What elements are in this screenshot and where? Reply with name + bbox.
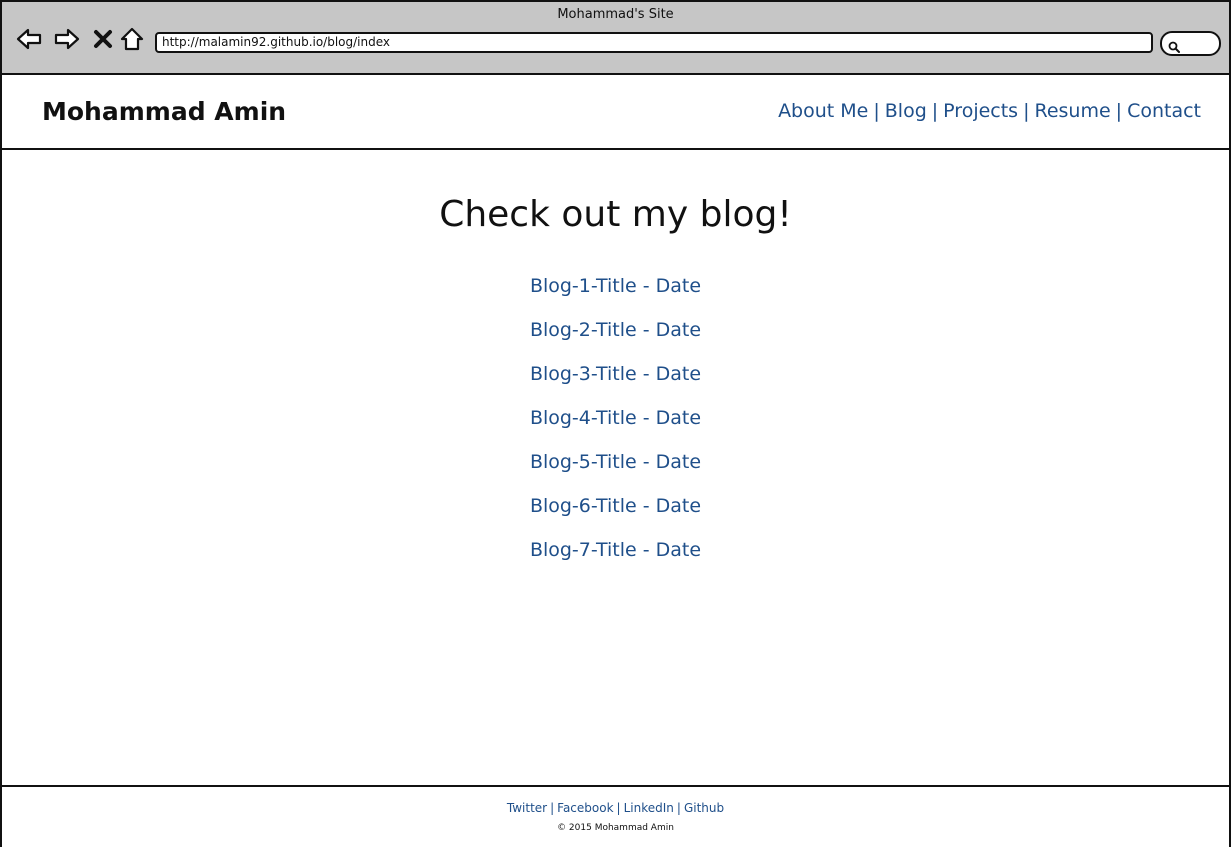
- nav-separator: |: [931, 100, 939, 122]
- home-icon[interactable]: [119, 26, 145, 52]
- list-item: Blog-4-Title - Date: [2, 406, 1229, 450]
- window-title: Mohammad's Site: [557, 7, 674, 22]
- list-item: Blog-5-Title - Date: [2, 450, 1229, 494]
- footer-separator: |: [676, 801, 681, 815]
- list-item: Blog-6-Title - Date: [2, 494, 1229, 538]
- footer-link-linkedin[interactable]: LinkedIn: [624, 801, 674, 815]
- site-header: Mohammad Amin About Me | Blog | Projects | Res…: [2, 75, 1229, 150]
- site-footer: Twitter | Facebook | LinkedIn | Github © 2015 …: [2, 785, 1229, 847]
- nav-contact[interactable]: Contact: [1127, 100, 1201, 122]
- nav-about-me[interactable]: About Me: [778, 100, 868, 122]
- footer-link-facebook[interactable]: Facebook: [557, 801, 613, 815]
- blog-post-link-5[interactable]: Blog-5-Title - Date: [530, 451, 701, 473]
- blog-post-link-3[interactable]: Blog-3-Title - Date: [530, 363, 701, 385]
- blog-post-link-2[interactable]: Blog-2-Title - Date: [530, 319, 701, 341]
- forward-icon[interactable]: [54, 26, 80, 52]
- footer-links: Twitter | Facebook | LinkedIn | Github: [2, 801, 1229, 815]
- browser-chrome: Mohammad's Site http://malamin92.github.…: [2, 2, 1229, 75]
- blog-post-link-4[interactable]: Blog-4-Title - Date: [530, 407, 701, 429]
- nav-resume[interactable]: Resume: [1034, 100, 1110, 122]
- top-navigation: About Me | Blog | Projects | Resume | Contact: [778, 100, 1201, 122]
- nav-separator: |: [873, 100, 880, 122]
- browser-window: Mohammad's Site http://malamin92.github.…: [0, 0, 1231, 847]
- search-icon: [1168, 38, 1180, 57]
- nav-separator: |: [1115, 100, 1123, 122]
- close-icon[interactable]: [90, 26, 116, 52]
- footer-separator: |: [616, 801, 621, 815]
- nav-projects[interactable]: Projects: [943, 100, 1018, 122]
- main-content: Check out my blog! Blog-1-Title - Date B…: [2, 150, 1229, 785]
- blog-post-link-7[interactable]: Blog-7-Title - Date: [530, 539, 701, 561]
- blog-post-link-1[interactable]: Blog-1-Title - Date: [530, 275, 701, 297]
- blog-post-list: Blog-1-Title - Date Blog-2-Title - Date …: [2, 274, 1229, 582]
- back-icon[interactable]: [16, 26, 42, 52]
- footer-separator: |: [550, 801, 555, 815]
- list-item: Blog-2-Title - Date: [2, 318, 1229, 362]
- footer-link-github[interactable]: Github: [684, 801, 724, 815]
- nav-blog[interactable]: Blog: [885, 100, 927, 122]
- footer-link-twitter[interactable]: Twitter: [507, 801, 547, 815]
- copyright-text: © 2015 Mohammad Amin: [557, 823, 674, 833]
- address-bar[interactable]: http://malamin92.github.io/blog/index: [155, 32, 1153, 53]
- list-item: Blog-1-Title - Date: [2, 274, 1229, 318]
- list-item: Blog-3-Title - Date: [2, 362, 1229, 406]
- blog-post-link-6[interactable]: Blog-6-Title - Date: [530, 495, 701, 517]
- page-heading: Check out my blog!: [439, 194, 792, 235]
- site-title[interactable]: Mohammad Amin: [42, 97, 286, 126]
- list-item: Blog-7-Title - Date: [2, 538, 1229, 582]
- nav-separator: |: [1023, 100, 1030, 122]
- browser-search-button[interactable]: [1160, 31, 1221, 56]
